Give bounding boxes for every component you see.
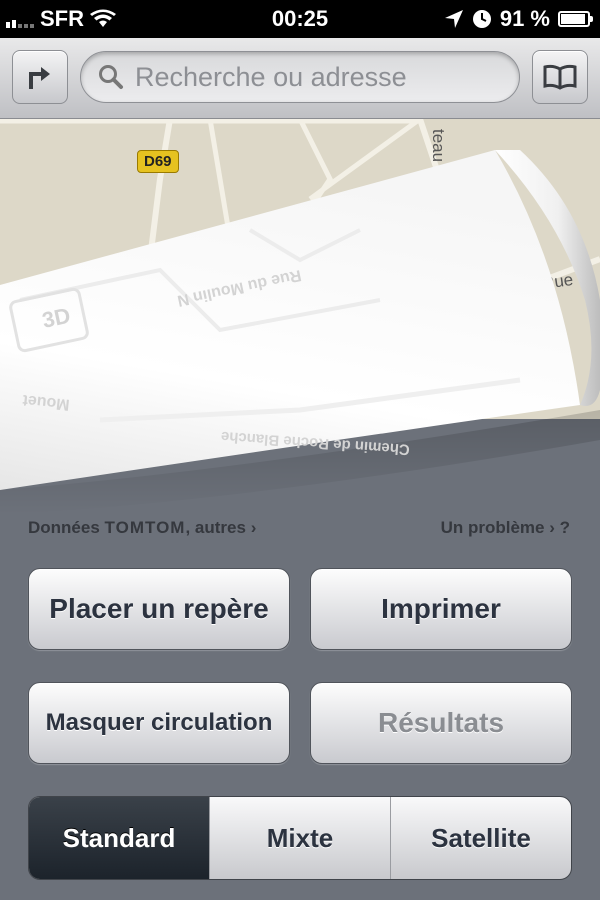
print-button[interactable]: Imprimer (310, 568, 572, 650)
tomtom-logo: TOMTOM (104, 518, 186, 537)
segment-satellite[interactable]: Satellite (390, 797, 571, 879)
chevron-right-icon: › (549, 518, 555, 537)
bookmarks-button[interactable] (532, 50, 588, 104)
status-right: 91 % (444, 6, 593, 32)
attribution-prefix: Données (28, 518, 100, 537)
directions-button[interactable] (12, 50, 68, 104)
battery-percent: 91 % (499, 6, 550, 31)
chevron-right-icon: › (250, 518, 257, 537)
results-button[interactable]: Résultats (310, 682, 572, 764)
status-bar: SFR 00:25 91 % (0, 0, 600, 38)
book-icon (543, 64, 577, 90)
battery-icon (558, 11, 593, 27)
attribution-suffix: , autres (185, 518, 246, 537)
report-problem-link[interactable]: Un problème › ? (441, 518, 570, 538)
alarm-clock-icon (472, 10, 491, 28)
place-pin-button[interactable]: Placer un repère (28, 568, 290, 650)
data-attribution[interactable]: Données TOMTOM, autres › (28, 518, 256, 538)
map-view[interactable]: D69 teau Rue d (0, 119, 600, 419)
segment-mixte[interactable]: Mixte (209, 797, 390, 879)
hide-traffic-button[interactable]: Masquer circulation (28, 682, 290, 764)
map-label-vertical: teau (429, 129, 448, 163)
toolbar (0, 38, 600, 119)
turn-arrow-icon (29, 67, 50, 89)
report-problem-label: Un problème (440, 518, 545, 537)
map-roads (0, 119, 600, 292)
flipped-label-3: Chemin de Roche Blanche (220, 428, 410, 458)
map-type-segmented-control: Standard Mixte Satellite (28, 796, 572, 880)
search-field[interactable] (80, 51, 520, 103)
segment-standard[interactable]: Standard (29, 797, 209, 879)
help-label: ? (559, 518, 570, 537)
location-arrow-icon (444, 10, 463, 28)
search-input[interactable] (133, 60, 517, 94)
search-icon (95, 61, 127, 93)
road-badge: D69 (137, 150, 179, 173)
